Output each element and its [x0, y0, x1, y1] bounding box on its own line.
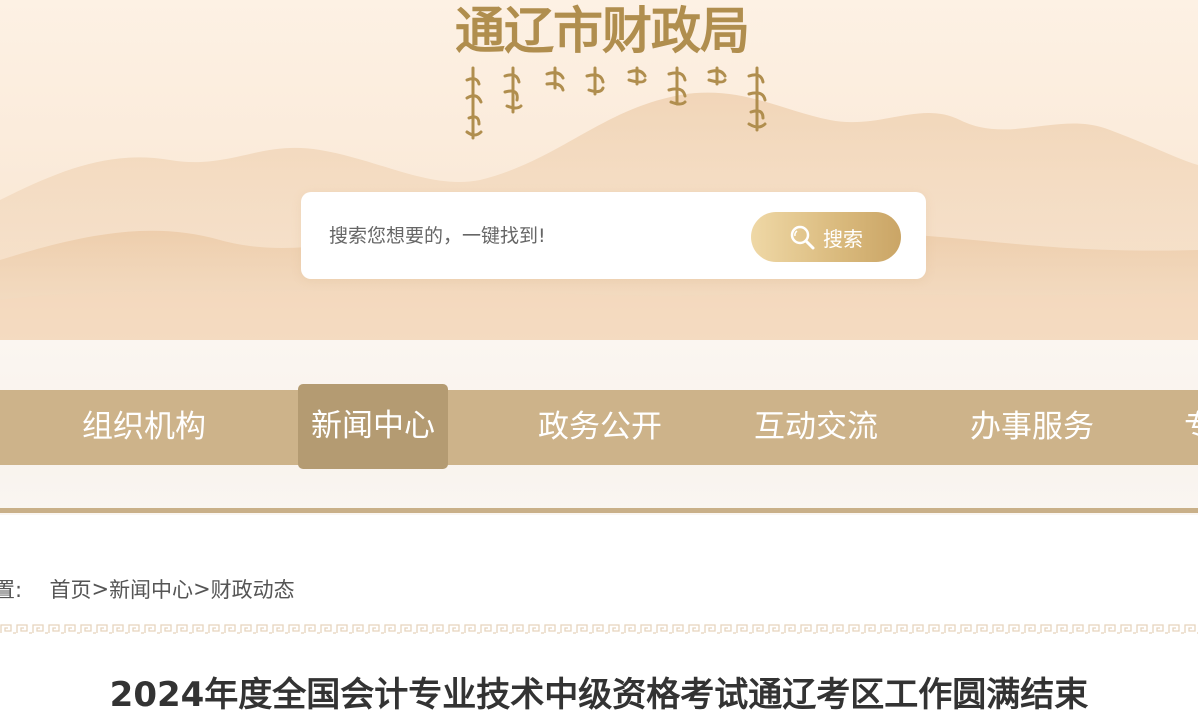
breadcrumb: 置: 首页>新闻中心>财政动态 [0, 574, 295, 604]
article-title: 2024年度全国会计专业技术中级资格考试通辽考区工作圆满结束 [109, 675, 1089, 712]
nav-item-organization[interactable]: 组织机构 [82, 390, 206, 465]
mongolian-script-logo [465, 66, 767, 140]
header-banner: 通辽市财政局 搜索 [0, 0, 1198, 340]
nav-item-government-affairs[interactable]: 政务公开 [538, 390, 662, 465]
nav-area: 组织机构 新闻中心 政务公开 互动交流 办事服务 专 [0, 340, 1198, 515]
main-nav: 组织机构 新闻中心 政务公开 互动交流 办事服务 专 [0, 384, 1198, 469]
page: 通辽市财政局 搜索您想要的，一键找到! 搜索 组织机构 新闻中心 政务公开 互动… [0, 0, 1198, 712]
breadcrumb-prefix: 置: [0, 578, 23, 602]
decorative-key-border [0, 623, 1198, 635]
search-box: 搜索 [301, 192, 926, 279]
nav-item-news-center[interactable]: 新闻中心 [298, 384, 448, 469]
nav-item-interaction[interactable]: 互动交流 [754, 390, 878, 465]
nav-item-services[interactable]: 办事服务 [970, 390, 1094, 465]
breadcrumb-separator: > [91, 577, 110, 601]
search-button[interactable]: 搜索 [751, 212, 901, 262]
breadcrumb-finance-news[interactable]: 财政动态 [211, 578, 295, 602]
breadcrumb-separator: > [193, 577, 211, 601]
search-button-label: 搜索 [823, 226, 863, 251]
nav-item-special[interactable]: 专 [1184, 390, 1198, 465]
breadcrumb-news-center[interactable]: 新闻中心 [109, 578, 193, 602]
nav-divider [0, 508, 1198, 513]
site-title: 通辽市财政局 [455, 2, 750, 60]
search-input[interactable] [325, 218, 733, 254]
breadcrumb-home[interactable]: 首页 [49, 578, 91, 602]
search-icon [790, 225, 815, 250]
